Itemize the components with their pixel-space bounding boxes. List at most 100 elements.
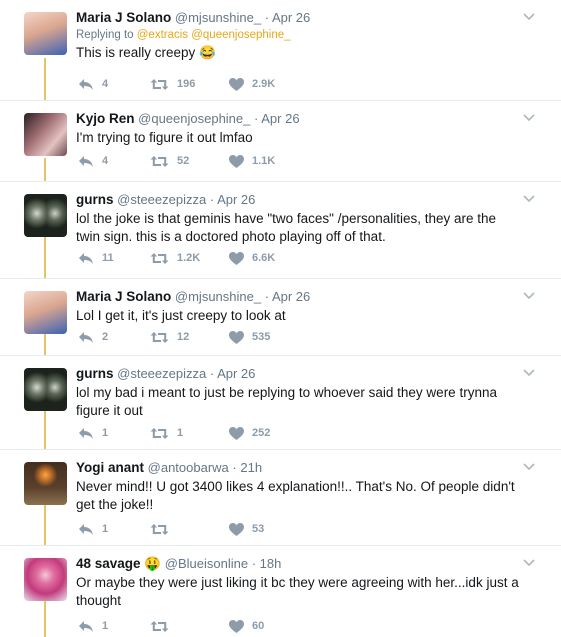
timestamp[interactable]: Apr 26 (272, 289, 310, 304)
user-handle[interactable]: @mjsunshine_ (175, 10, 261, 25)
user-handle[interactable]: @steeezepizza (117, 192, 206, 207)
retweet-button[interactable] (150, 523, 229, 536)
replying-to: Replying to @extracis @queenjosephine_ (76, 28, 521, 42)
retweet-button[interactable]: 196 (150, 78, 229, 91)
tweet[interactable]: Maria J Solano @mjsunshine_ · Apr 26 Rep… (0, 0, 561, 101)
like-button[interactable]: 6.6K (229, 251, 275, 265)
avatar[interactable] (24, 462, 67, 505)
tweet[interactable]: Maria J Solano @mjsunshine_ · Apr 26 Lol… (0, 279, 561, 356)
reply-button[interactable]: 2 (78, 331, 150, 344)
chevron-down-icon[interactable] (522, 291, 536, 301)
display-name[interactable]: Kyjo Ren (76, 111, 135, 126)
separator-dot: · (209, 366, 215, 381)
separator-dot: · (264, 10, 270, 25)
reply-count: 1 (102, 427, 109, 439)
heart-icon (229, 154, 244, 168)
avatar[interactable] (24, 368, 67, 411)
reply-button[interactable]: 4 (78, 78, 150, 91)
reply-icon (79, 331, 93, 343)
like-button[interactable]: 60 (229, 619, 264, 633)
timestamp[interactable]: 18h (260, 556, 282, 571)
tweet-actions: 1 1 252 (78, 425, 270, 441)
tweet-actions: 2 12 535 (78, 329, 270, 345)
tweet[interactable]: Yogi anant @antoobarwa · 21h Never mind!… (0, 450, 561, 546)
tweet[interactable]: gurns @steeezepizza · Apr 26 lol the jok… (0, 182, 561, 279)
retweet-icon (150, 78, 169, 90)
retweet-count: 12 (177, 331, 190, 343)
reply-count: 4 (102, 155, 109, 167)
reply-icon (79, 252, 93, 264)
user-handle[interactable]: @steeezepizza (117, 366, 206, 381)
reply-button[interactable]: 4 (78, 155, 150, 168)
user-handle[interactable]: @antoobarwa (148, 460, 229, 475)
timestamp[interactable]: Apr 26 (217, 366, 255, 381)
chevron-down-icon[interactable] (522, 113, 536, 123)
retweet-button[interactable] (150, 620, 229, 633)
avatar[interactable] (24, 291, 67, 334)
like-button[interactable]: 252 (229, 426, 270, 440)
reply-icon (79, 620, 93, 632)
chevron-down-icon[interactable] (522, 558, 536, 568)
chevron-down-icon[interactable] (522, 368, 536, 378)
tweet-text: Or maybe they were just liking it bc the… (76, 575, 519, 608)
reply-count: 11 (102, 252, 114, 264)
like-button[interactable]: 535 (229, 330, 270, 344)
tweet-text: lol the joke is that geminis have "two f… (76, 211, 497, 244)
reply-icon (79, 155, 93, 167)
reply-count: 2 (102, 331, 109, 343)
reply-button[interactable]: 11 (78, 252, 150, 265)
avatar[interactable] (24, 194, 67, 237)
display-name[interactable]: gurns (76, 366, 114, 381)
timestamp[interactable]: Apr 26 (261, 111, 299, 126)
retweet-button[interactable]: 1 (150, 427, 229, 440)
tweet[interactable]: gurns @steeezepizza · Apr 26 lol my bad … (0, 356, 561, 450)
retweet-icon (150, 155, 169, 167)
like-count: 1.1K (252, 155, 276, 167)
tweet-text: This is really creepy 😂 (76, 45, 216, 60)
avatar[interactable] (24, 12, 67, 55)
tweet[interactable]: 48 savage 🤑 @Blueisonline · 18h Or maybe… (0, 546, 561, 637)
tweet[interactable]: Kyjo Ren @queenjosephine_ · Apr 26 I'm t… (0, 101, 561, 182)
reply-button[interactable]: 1 (78, 620, 150, 633)
timestamp[interactable]: 21h (240, 460, 262, 475)
reply-button[interactable]: 1 (78, 523, 150, 536)
retweet-icon (150, 427, 169, 439)
heart-icon (229, 426, 244, 440)
heart-icon (229, 522, 244, 536)
tweet-text: Lol I get it, it's just creepy to look a… (76, 308, 286, 323)
timestamp[interactable]: Apr 26 (272, 10, 310, 25)
avatar[interactable] (24, 113, 67, 156)
like-button[interactable]: 1.1K (229, 154, 276, 168)
retweet-count: 1.2K (177, 252, 201, 264)
display-name[interactable]: Maria J Solano (76, 10, 171, 25)
display-name[interactable]: Maria J Solano (76, 289, 171, 304)
display-name[interactable]: gurns (76, 192, 114, 207)
chevron-down-icon[interactable] (522, 12, 536, 22)
retweet-button[interactable]: 12 (150, 331, 229, 344)
like-count: 2.9K (252, 78, 276, 90)
user-handle[interactable]: @mjsunshine_ (175, 289, 261, 304)
avatar[interactable] (24, 558, 67, 601)
user-handle[interactable]: @Blueisonline (165, 556, 248, 571)
tweet-text: I'm trying to figure it out lmfao (76, 130, 253, 145)
like-button[interactable]: 2.9K (229, 77, 276, 91)
chevron-down-icon[interactable] (522, 462, 536, 472)
reply-button[interactable]: 1 (78, 427, 150, 440)
like-count: 53 (252, 523, 265, 535)
reply-icon (79, 78, 93, 90)
separator-dot: · (254, 111, 259, 126)
display-name[interactable]: Yogi anant (76, 460, 144, 475)
replying-to-mentions[interactable]: @extracis @queenjosephine_ (137, 29, 291, 41)
retweet-icon (150, 620, 169, 632)
like-button[interactable]: 53 (229, 522, 265, 536)
separator-dot: · (209, 192, 215, 207)
separator-dot: · (251, 556, 257, 571)
tweet-text: Never mind!! U got 3400 likes 4 explanat… (76, 479, 515, 512)
retweet-button[interactable]: 52 (150, 155, 229, 168)
timestamp[interactable]: Apr 26 (217, 192, 255, 207)
chevron-down-icon[interactable] (522, 194, 536, 204)
retweet-icon (150, 331, 169, 343)
retweet-button[interactable]: 1.2K (150, 252, 229, 265)
display-name[interactable]: 48 savage 🤑 (76, 556, 161, 571)
user-handle[interactable]: @queenjosephine_ (138, 111, 250, 126)
